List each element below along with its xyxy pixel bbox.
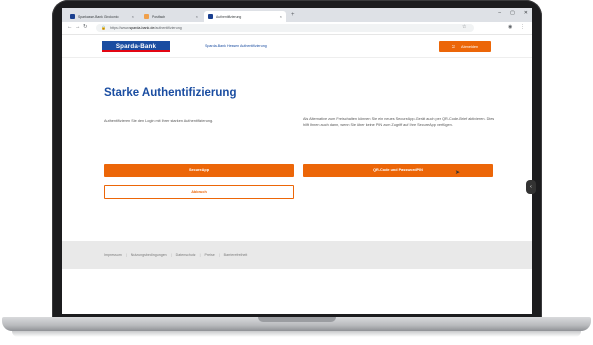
logout-button[interactable]: ⎋ Abmelden	[439, 41, 491, 52]
footer-link-terms[interactable]: Nutzungsbedingungen	[131, 253, 167, 257]
new-tab-button[interactable]: +	[291, 12, 295, 18]
mouse-cursor-icon: ➤	[455, 170, 461, 176]
tab-label: Sparkasse-Bank Girokonto	[78, 14, 119, 19]
url-suffix: /authentifizierung	[154, 26, 182, 30]
abort-button[interactable]: Abbruch	[104, 185, 294, 199]
site-header: Sparda-Bank Sparda-Bank Hessen Authentif…	[62, 35, 532, 58]
footer-separator: |	[170, 253, 172, 257]
browser-tab[interactable]: Sparkasse-Bank Girokonto ×	[66, 11, 138, 22]
bookmark-star-icon[interactable]: ☆	[462, 24, 466, 30]
bank-logo[interactable]: Sparda-Bank	[102, 41, 170, 52]
description-right: Als Alternative zum Freischalten können …	[303, 117, 495, 127]
side-handle[interactable]: ‹	[526, 180, 536, 194]
footer-separator: |	[125, 253, 127, 257]
logout-icon: ⎋	[451, 44, 456, 49]
menu-kebab-icon[interactable]: ⋮	[520, 24, 525, 30]
profile-icon[interactable]: ◉	[508, 24, 512, 30]
footer-separator: |	[199, 253, 201, 257]
qr-code-button[interactable]: QR-Code und PasswordPIN	[303, 164, 493, 177]
footer-link-prices[interactable]: Preise	[205, 253, 215, 257]
footer-link-accessibility[interactable]: Barrierefreiheit	[224, 253, 248, 257]
header-link[interactable]: Sparda-Bank Hessen Authentifizierung	[205, 44, 267, 48]
reload-icon[interactable]: ↻	[83, 24, 88, 30]
site-footer: Impressum | Nutzungsbedingungen | Datens…	[62, 241, 532, 269]
logout-label: Abmelden	[461, 45, 479, 49]
url-domain: sparda-bank.de	[129, 26, 155, 30]
close-icon[interactable]: ×	[132, 14, 134, 19]
lock-icon: 🔒	[101, 25, 106, 30]
browser-tab-bar: Sparkasse-Bank Girokonto × Postfach × Au…	[62, 8, 532, 22]
laptop-screen: Sparkasse-Bank Girokonto × Postfach × Au…	[62, 8, 532, 314]
close-icon[interactable]: ×	[280, 14, 282, 19]
favicon-icon	[208, 14, 213, 19]
footer-link-privacy[interactable]: Datenschutz	[176, 253, 196, 257]
page-title: Starke Authentifizierung	[104, 87, 237, 99]
tab-label: Authentifizierung	[216, 14, 242, 19]
secureapp-button[interactable]: SecureApp	[104, 164, 294, 177]
browser-tab-active[interactable]: Authentifizierung ×	[204, 11, 286, 22]
address-bar: ← → ↻ 🔒 https://www.sparda-bank.de/authe…	[62, 22, 532, 35]
minimize-button[interactable]: –	[498, 10, 501, 16]
laptop-shadow	[12, 331, 581, 337]
favicon-icon	[144, 14, 149, 19]
footer-separator: |	[218, 253, 220, 257]
maximize-button[interactable]: ▢	[510, 10, 515, 16]
tab-label: Postfach	[152, 14, 166, 19]
favicon-icon	[70, 14, 75, 19]
close-icon[interactable]: ×	[196, 14, 198, 19]
bank-page: Sparda-Bank Sparda-Bank Hessen Authentif…	[62, 35, 532, 314]
window-controls: – ▢ ✕	[498, 10, 528, 16]
forward-icon[interactable]: →	[75, 24, 81, 30]
url-prefix: https://www.	[110, 26, 130, 30]
footer-link-impressum[interactable]: Impressum	[104, 253, 122, 257]
close-window-button[interactable]: ✕	[524, 10, 528, 16]
url-input[interactable]: 🔒 https://www.sparda-bank.de/authentifiz…	[96, 24, 474, 32]
laptop-notch	[258, 317, 336, 322]
browser-tab[interactable]: Postfach ×	[140, 11, 202, 22]
description-left: Authentifizieren Sie den Login mit Ihrer…	[104, 119, 214, 123]
back-icon[interactable]: ←	[67, 24, 73, 30]
